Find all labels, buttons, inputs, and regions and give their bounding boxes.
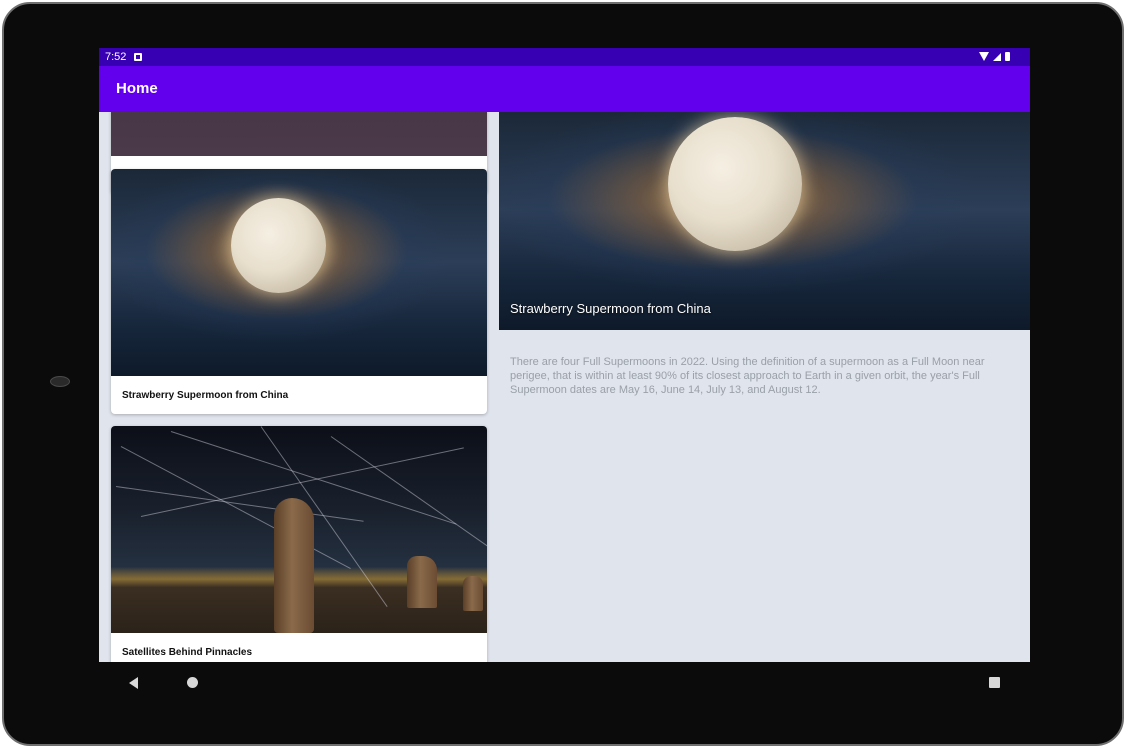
navigation-bar <box>99 662 1030 702</box>
status-time: 7:52 <box>105 51 127 63</box>
status-bar: 7:52 <box>99 48 1030 66</box>
satellite-streak <box>170 431 457 525</box>
back-icon[interactable] <box>129 677 138 689</box>
detail-description: There are four Full Supermoons in 2022. … <box>510 356 985 396</box>
wifi-icon <box>979 52 989 61</box>
card-image-planets <box>111 112 487 156</box>
satellite-streak <box>330 436 487 552</box>
screen: 7:52 Home Good Morning Planets from Chil… <box>99 48 1030 662</box>
status-icons <box>979 52 1010 61</box>
battery-icon <box>1005 52 1010 61</box>
card-image-pinnacles <box>111 426 487 633</box>
notification-icon <box>134 53 142 61</box>
list-item[interactable]: Strawberry Supermoon from China <box>111 169 487 414</box>
camera-icon <box>50 376 70 387</box>
detail-pane: Strawberry Supermoon from China There ar… <box>499 112 1030 662</box>
page-title: Home <box>116 80 158 97</box>
app-bar: Home <box>99 66 1030 112</box>
card-image-supermoon <box>111 169 487 376</box>
recents-icon[interactable] <box>989 677 1000 688</box>
detail-title: Strawberry Supermoon from China <box>510 301 711 316</box>
moon-graphic <box>231 198 326 293</box>
rock-pinnacle <box>407 556 437 608</box>
moon-graphic <box>668 117 802 251</box>
home-icon[interactable] <box>187 677 198 688</box>
list-item[interactable]: Satellites Behind Pinnacles <box>111 426 487 662</box>
signal-icon <box>993 52 1001 61</box>
photo-list[interactable]: Good Morning Planets from Chile Strawber… <box>99 112 499 662</box>
hero-image-supermoon: Strawberry Supermoon from China <box>499 112 1030 330</box>
satellite-streak <box>115 486 364 522</box>
rock-pinnacle <box>463 576 483 611</box>
card-title: Satellites Behind Pinnacles <box>122 647 253 658</box>
card-title: Strawberry Supermoon from China <box>122 390 289 401</box>
rock-pinnacle <box>274 498 314 633</box>
